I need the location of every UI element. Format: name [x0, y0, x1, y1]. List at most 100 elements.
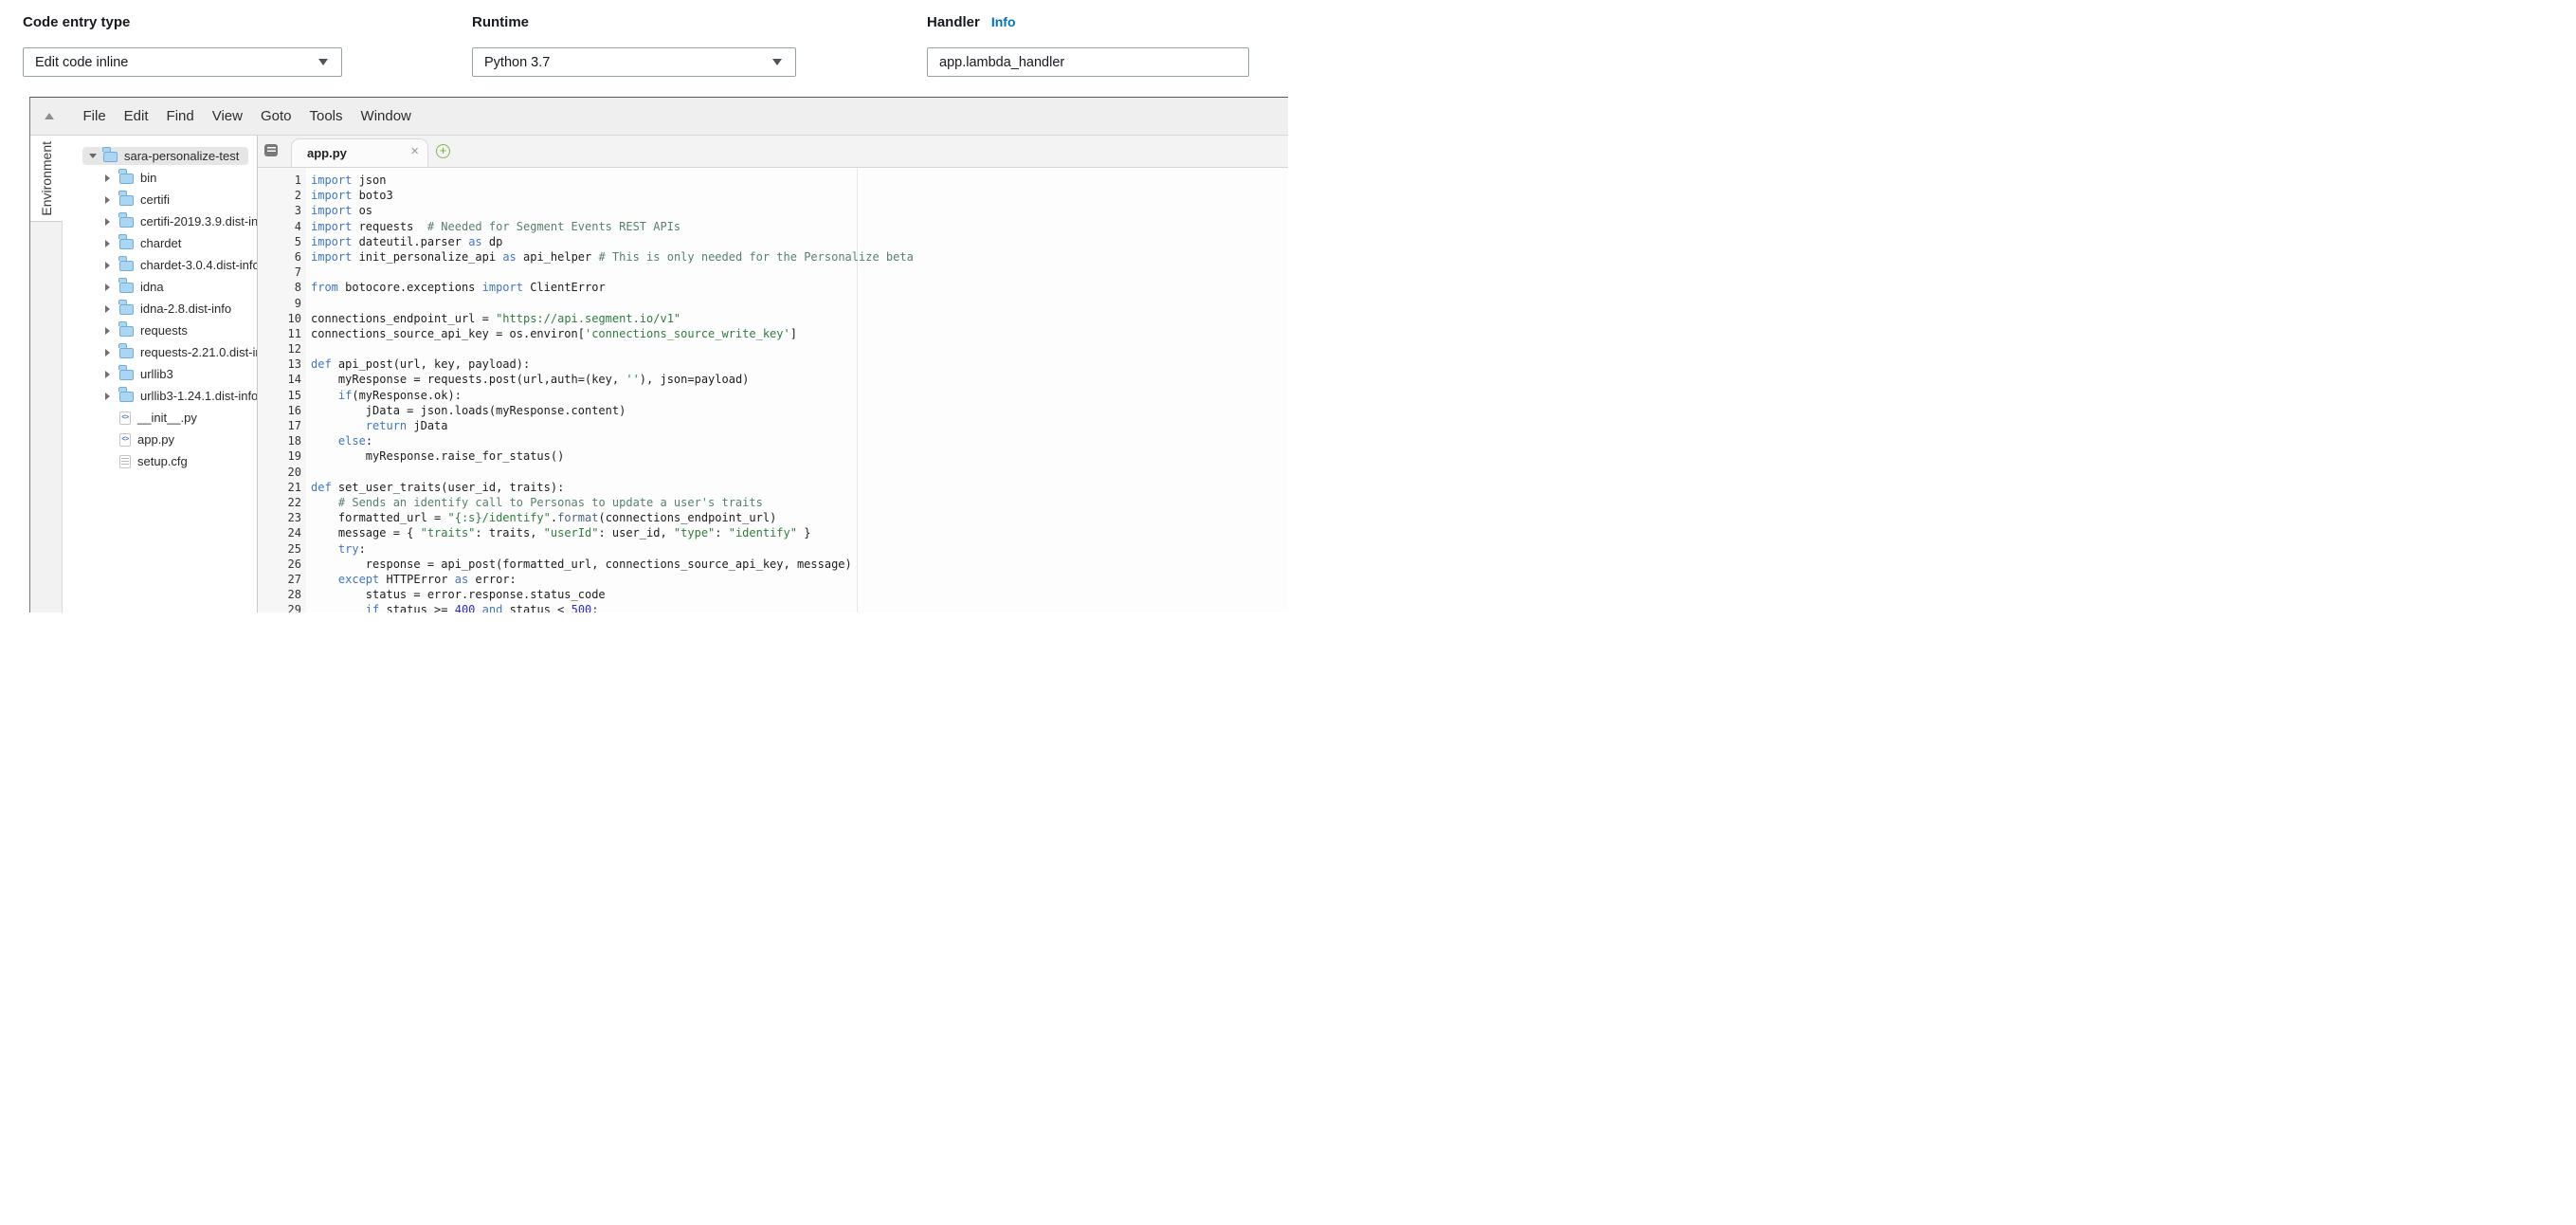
tree-item-certifi-2019.3.9.dist-info[interactable]: certifi-2019.3.9.dist-info	[63, 210, 257, 232]
menu-edit[interactable]: Edit	[115, 108, 157, 124]
sidebar-strip-filler	[30, 222, 63, 612]
code-line: status = error.response.status_code	[311, 587, 1288, 602]
handler-field: Handler Info	[927, 14, 1249, 33]
collapsed-triangle-icon[interactable]	[105, 393, 110, 400]
line-number: 8	[258, 280, 301, 295]
collapsed-triangle-icon[interactable]	[105, 262, 110, 269]
menu-view[interactable]: View	[203, 108, 251, 124]
line-number: 5	[258, 234, 301, 249]
code-line: myResponse.raise_for_status()	[311, 448, 1288, 464]
runtime-label: Runtime	[472, 14, 796, 30]
line-number-gutter: 1234567891011121314151617181920212223242…	[258, 168, 306, 612]
line-number: 14	[258, 372, 301, 387]
line-number: 9	[258, 296, 301, 311]
editor-menubar: FileEditFindViewGotoToolsWindow	[30, 98, 1288, 136]
folder-icon	[119, 172, 134, 184]
folder-icon	[119, 368, 134, 380]
line-number: 15	[258, 388, 301, 403]
left-sidebar-strip: Environment	[30, 136, 63, 612]
tree-item-chardet-3.0.4.dist-info[interactable]: chardet-3.0.4.dist-info	[63, 254, 257, 276]
tree-item-setup.cfg[interactable]: setup.cfg	[63, 450, 257, 472]
menu-goto[interactable]: Goto	[251, 108, 300, 124]
collapse-pane-icon[interactable]	[45, 113, 54, 119]
folder-icon	[119, 259, 134, 271]
tree-item-urllib3[interactable]: urllib3	[63, 363, 257, 385]
collapsed-triangle-icon[interactable]	[105, 196, 110, 204]
handler-info-link[interactable]: Info	[991, 14, 1016, 29]
expanded-triangle-icon[interactable]	[89, 154, 97, 158]
config-file-icon	[119, 455, 131, 468]
code-line: import os	[311, 203, 1288, 218]
line-number: 22	[258, 495, 301, 510]
tree-item-label: chardet-3.0.4.dist-info	[140, 258, 258, 272]
tree-row-content: chardet-3.0.4.dist-info	[99, 256, 258, 274]
line-number: 13	[258, 357, 301, 372]
collapsed-triangle-icon[interactable]	[105, 283, 110, 291]
tab-app-py[interactable]: app.py ×	[291, 138, 428, 167]
tree-item-label: requests-2.21.0.dist-info	[140, 345, 258, 359]
code-lines: import jsonimport boto3import osimport r…	[306, 168, 1288, 612]
collapsed-triangle-icon[interactable]	[105, 174, 110, 182]
python-file-icon: <>	[119, 433, 131, 447]
tree-item-app.py[interactable]: <> app.py	[63, 429, 257, 450]
tree-item-chardet[interactable]: chardet	[63, 232, 257, 254]
code-line: import init_personalize_api as api_helpe…	[311, 249, 1288, 265]
new-tab-plus-icon[interactable]: +	[436, 144, 450, 158]
tree-row-content: certifi-2019.3.9.dist-info	[99, 212, 258, 230]
code-entry-type-label: Code entry type	[23, 14, 342, 30]
code-area[interactable]: 1234567891011121314151617181920212223242…	[258, 168, 1288, 612]
folder-icon	[103, 150, 118, 162]
tree-item-label: bin	[140, 171, 156, 185]
code-line: response = api_post(formatted_url, conne…	[311, 557, 1288, 572]
collapsed-triangle-icon[interactable]	[105, 305, 110, 313]
tree-item-certifi[interactable]: certifi	[63, 189, 257, 210]
tree-item-label: idna-2.8.dist-info	[140, 302, 231, 316]
tree-row-content: chardet	[99, 234, 190, 252]
tree-item-idna[interactable]: idna	[63, 276, 257, 298]
tree-item-requests-2.21.0.dist-info[interactable]: requests-2.21.0.dist-info	[63, 341, 257, 363]
code-line: else:	[311, 433, 1288, 448]
collapsed-triangle-icon[interactable]	[105, 327, 110, 335]
collapsed-triangle-icon[interactable]	[105, 349, 110, 357]
code-editor-window: FileEditFindViewGotoToolsWindow Environm…	[29, 97, 1288, 612]
menu-window[interactable]: Window	[352, 108, 420, 124]
runtime-value: Python 3.7	[484, 55, 550, 70]
code-line	[311, 265, 1288, 280]
environment-tab[interactable]: Environment	[30, 136, 63, 222]
python-file-icon: <>	[119, 411, 131, 425]
collapsed-triangle-icon[interactable]	[105, 371, 110, 378]
menu-tools[interactable]: Tools	[300, 108, 352, 124]
folder-icon	[119, 193, 134, 206]
menu-find[interactable]: Find	[157, 108, 203, 124]
folder-icon	[119, 324, 134, 337]
code-line: return jData	[311, 418, 1288, 433]
close-tab-icon[interactable]: ×	[410, 144, 419, 158]
runtime-select[interactable]: Python 3.7	[472, 47, 796, 77]
line-number: 2	[258, 188, 301, 203]
folder-icon	[119, 237, 134, 249]
line-number: 17	[258, 418, 301, 433]
tree-item-label: app.py	[137, 432, 174, 447]
line-number: 24	[258, 525, 301, 540]
tree-item-sara-personalize-test[interactable]: sara-personalize-test	[63, 145, 257, 167]
code-line: connections_endpoint_url = "https://api.…	[311, 311, 1288, 326]
menu-file[interactable]: File	[74, 108, 115, 124]
line-number: 11	[258, 326, 301, 341]
tree-row-content: idna	[99, 278, 173, 296]
code-entry-type-select[interactable]: Edit code inline	[23, 47, 342, 77]
collapsed-triangle-icon[interactable]	[105, 240, 110, 247]
code-line: def set_user_traits(user_id, traits):	[311, 480, 1288, 495]
tree-item-bin[interactable]: bin	[63, 167, 257, 189]
line-number: 21	[258, 480, 301, 495]
tree-item-urllib3-1.24.1.dist-info[interactable]: urllib3-1.24.1.dist-info	[63, 385, 257, 407]
tab-label: app.py	[307, 146, 347, 160]
tree-item-idna-2.8.dist-info[interactable]: idna-2.8.dist-info	[63, 298, 257, 320]
collapsed-triangle-icon[interactable]	[105, 218, 110, 226]
tree-item-label: urllib3-1.24.1.dist-info	[140, 389, 258, 403]
tree-item-requests[interactable]: requests	[63, 320, 257, 341]
code-line: from botocore.exceptions import ClientEr…	[311, 280, 1288, 295]
tab-list-icon[interactable]	[264, 144, 278, 156]
tree-item-__init__.py[interactable]: <>__init__.py	[63, 407, 257, 429]
code-line: if(myResponse.ok):	[311, 388, 1288, 403]
handler-input[interactable]	[927, 47, 1249, 77]
